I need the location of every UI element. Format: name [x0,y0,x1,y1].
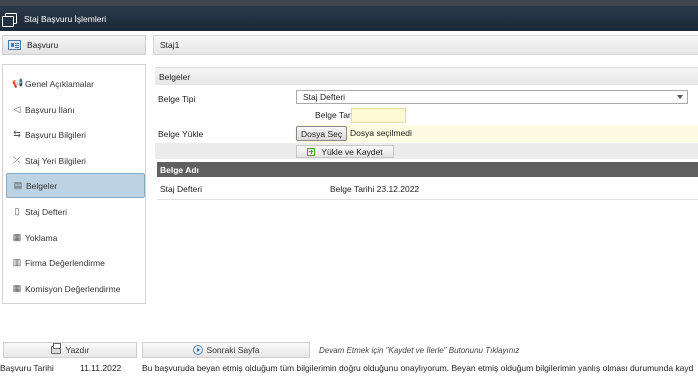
declaration-text: Bu başvuruda beyan etmiş olduğum tüm bil… [142,363,694,373]
sidebar-item-basvuru-bilgileri[interactable]: ⇆ Başvuru Bilgileri [6,122,145,147]
location-icon: ⤫ [13,155,21,165]
sidebar-item-belgeler[interactable]: ▤ Belgeler [6,173,145,198]
table-row[interactable]: Staj Defteri Belge Tarihi 23.12.2022 [157,178,698,200]
belge-tarihi-input[interactable] [351,108,406,123]
next-page-button[interactable]: Sonraki Sayfa [142,342,310,358]
sidebar-item-yoklama[interactable]: ▦ Yoklama [6,225,145,250]
staj-panel-header: Staj1 [153,35,698,55]
belgeler-content: Belgeler Belge Tipi Staj Defteri Belge T… [155,67,698,201]
sidebar-item-staj-defteri[interactable]: ▯ Staj Defteri [6,199,145,224]
belge-yukle-label: Belge Yükle [158,129,204,139]
sidebar-item-komisyon-degerlendirme[interactable]: ▦ Komisyon Değerlendirme [6,276,145,301]
basvuru-panel-header: Başvuru [2,35,146,55]
belge-tipi-select[interactable]: Staj Defteri [296,90,688,104]
print-button[interactable]: Yazdır [3,342,137,358]
sidebar-item-firma-degerlendirme[interactable]: ▥ Firma Değerlendirme [6,250,145,275]
upload-button-label: Yükle ve Kaydet [321,146,383,157]
table-header: Belge Adı [157,162,698,177]
basvuru-tarihi-value: 11.11.2022 [80,363,122,373]
basvuru-tarihi-label: Başvuru Tarihi [0,363,54,373]
sidebar-item-label: Staj Defteri [25,206,68,217]
printer-icon [50,343,61,354]
column-header-belge-adi: Belge Adı [160,164,199,175]
announcement-icon: ◁ [13,104,21,114]
clipboard-icon: ▥ [12,257,22,267]
hint-text: Devam Etmek için "Kaydet ve İlerle" Buto… [319,346,520,355]
sidebar-item-label: Firma Değerlendirme [25,257,105,268]
sidebar-item-genel-aciklamalar[interactable]: 📢 Genel Açıklamalar [6,71,145,96]
print-button-label: Yazdır [65,345,90,355]
id-card-icon [8,40,21,50]
file-upload-field: Dosya Seç Dosya seçilmedi [295,125,698,142]
sidebar-item-label: Yoklama [25,232,58,243]
document-name: Staj Defteri [160,184,203,194]
belge-tipi-value: Staj Defteri [303,92,346,102]
book-icon: ▯ [14,206,20,216]
sidebar-item-basvuru-ilani[interactable]: ◁ Başvuru İlanı [6,97,145,122]
section-title: Belgeler [159,71,191,82]
sidebar: 📢 Genel Açıklamalar ◁ Başvuru İlanı ⇆ Ba… [2,64,146,304]
upload-and-save-button[interactable]: Yükle ve Kaydet [296,145,394,158]
window-title: Staj Başvuru İşlemleri [24,13,107,24]
basvuru-label: Başvuru [27,40,59,50]
document-icon: ▤ [13,180,23,190]
file-status-text: Dosya seçilmedi [350,128,412,138]
sidebar-item-label: Başvuru İlanı [25,104,75,115]
choose-file-button[interactable]: Dosya Seç [296,126,348,141]
belge-tipi-label: Belge Tipi [158,94,196,104]
add-icon [307,147,316,156]
transfer-icon: ⇆ [13,129,21,139]
megaphone-icon: 📢 [12,78,24,88]
sidebar-item-staj-yeri-bilgileri[interactable]: ⤫ Staj Yeri Bilgileri [6,148,145,173]
chevron-down-icon [677,95,683,99]
play-circle-icon [192,345,203,355]
section-header: Belgeler [155,67,698,85]
sidebar-item-label: Komisyon Değerlendirme [25,283,121,294]
calendar-icon: ▦ [12,232,22,242]
upload-row: Yükle ve Kaydet [155,143,698,159]
sidebar-item-label: Staj Yeri Bilgileri [25,155,86,166]
document-date: Belge Tarihi 23.12.2022 [330,184,420,194]
footer: Başvuru Tarihi 11.11.2022 Bu başvuruda b… [0,358,698,379]
sidebar-item-label: Belgeler [26,180,58,191]
window-icon [2,12,17,27]
staj-label: Staj1 [160,40,180,50]
grid-icon: ▦ [12,283,22,293]
sidebar-item-label: Genel Açıklamalar [25,78,94,89]
sidebar-item-label: Başvuru Bilgileri [25,129,86,140]
title-bar: Staj Başvuru İşlemleri [0,6,698,31]
next-button-label: Sonraki Sayfa [206,345,260,355]
